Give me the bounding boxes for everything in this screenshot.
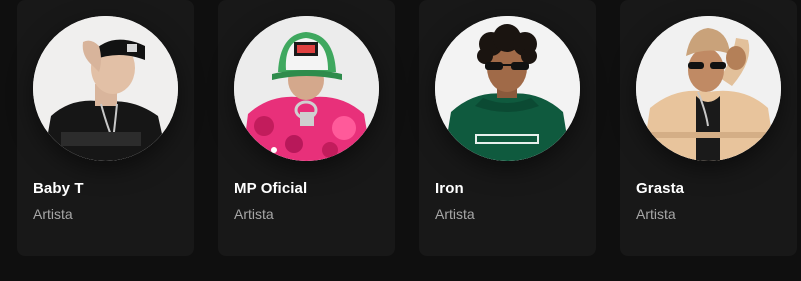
artist-type-label: Artista bbox=[636, 206, 676, 222]
artist-name[interactable]: Iron bbox=[435, 180, 464, 197]
artist-avatar[interactable] bbox=[234, 16, 379, 161]
artist-name[interactable]: MP Oficial bbox=[234, 180, 307, 197]
artist-type-label: Artista bbox=[435, 206, 475, 222]
artist-card-iron[interactable]: Iron Artista bbox=[419, 0, 596, 256]
artist-type-label: Artista bbox=[33, 206, 73, 222]
artist-photo-icon bbox=[33, 16, 178, 161]
artist-avatar[interactable] bbox=[33, 16, 178, 161]
artist-type-label: Artista bbox=[234, 206, 274, 222]
artist-name[interactable]: Grasta bbox=[636, 180, 684, 197]
artist-photo-icon bbox=[435, 16, 580, 161]
artist-avatar[interactable] bbox=[435, 16, 580, 161]
artist-photo-icon bbox=[234, 16, 379, 161]
artist-row: Baby T Artista MP Oficial Artista Iron A… bbox=[0, 0, 801, 281]
artist-name[interactable]: Baby T bbox=[33, 180, 84, 197]
artist-card-grasta[interactable]: Grasta Artista bbox=[620, 0, 797, 256]
artist-card-mp-oficial[interactable]: MP Oficial Artista bbox=[218, 0, 395, 256]
artist-avatar[interactable] bbox=[636, 16, 781, 161]
artist-card-baby-t[interactable]: Baby T Artista bbox=[17, 0, 194, 256]
artist-photo-icon bbox=[636, 16, 781, 161]
